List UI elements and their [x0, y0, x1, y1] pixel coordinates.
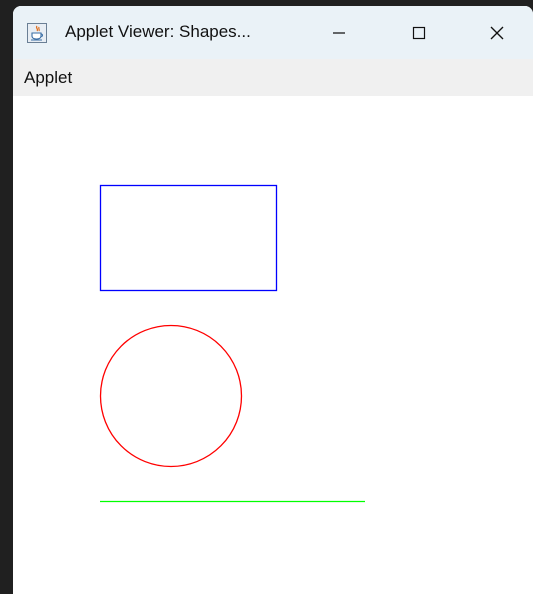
menu-applet[interactable]: Applet [24, 68, 72, 88]
minimize-icon [333, 32, 345, 34]
maximize-icon [412, 26, 426, 40]
shapes-drawing [99, 184, 365, 503]
close-button[interactable] [474, 14, 520, 52]
blue-rectangle [99, 184, 278, 292]
applet-canvas [13, 96, 533, 594]
java-icon [27, 23, 47, 43]
close-icon [490, 26, 504, 40]
minimize-button[interactable] [316, 14, 362, 52]
title-bar[interactable]: Applet Viewer: Shapes... [13, 6, 533, 59]
window-title: Applet Viewer: Shapes... [65, 22, 251, 41]
applet-viewer-window: Applet Viewer: Shapes... Applet [13, 6, 533, 594]
menu-bar: Applet [13, 59, 533, 96]
desktop: Applet Viewer: Shapes... Applet [0, 0, 533, 594]
maximize-button[interactable] [396, 14, 442, 52]
red-circle [99, 324, 243, 468]
